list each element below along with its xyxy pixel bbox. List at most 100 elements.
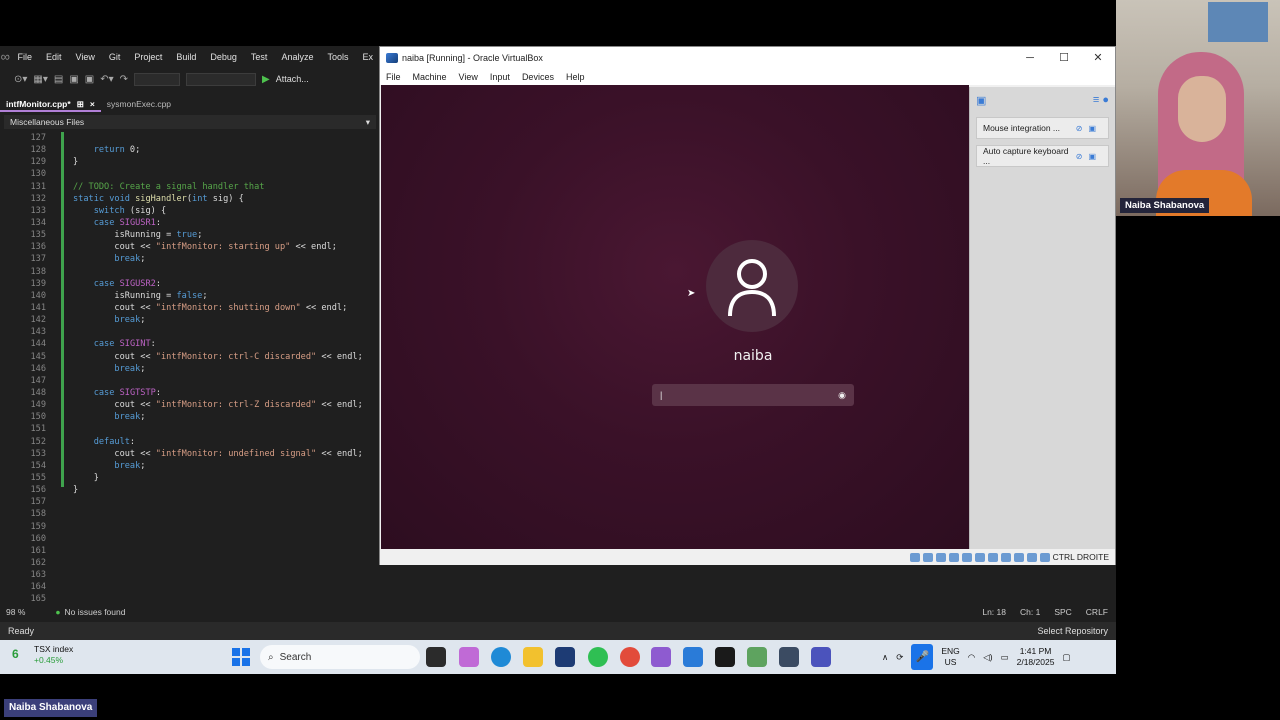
snipping-tool-icon[interactable] — [779, 647, 799, 667]
clock[interactable]: 1:41 PM 2/18/2025 — [1017, 646, 1055, 668]
vbox-menu-view[interactable]: View — [453, 72, 484, 82]
stock-widget[interactable]: 6 TSX index +0.45% — [12, 644, 73, 666]
code-line[interactable]: 156} — [0, 484, 380, 496]
code-line[interactable]: 139 case SIGUSR2: — [0, 278, 380, 290]
keyboard-icon[interactable] — [1039, 552, 1050, 562]
code-line[interactable]: 140 isRunning = false; — [0, 290, 380, 302]
menu-edit[interactable]: Edit — [39, 46, 69, 68]
menu-test[interactable]: Test — [244, 46, 275, 68]
tab-sysmonexec[interactable]: sysmonExec.cpp — [101, 96, 177, 112]
code-line[interactable]: 164 — [0, 581, 380, 593]
vbox-menu-machine[interactable]: Machine — [407, 72, 453, 82]
attach-button[interactable]: Attach... — [276, 74, 309, 84]
code-line[interactable]: 146 break; — [0, 363, 380, 375]
shared-folders-icon[interactable] — [974, 552, 985, 562]
code-line[interactable]: 134 case SIGUSR1: — [0, 217, 380, 229]
mouse-icon[interactable] — [1026, 552, 1037, 562]
code-line[interactable]: 147 — [0, 375, 380, 387]
wifi-icon[interactable]: ◠ — [968, 652, 975, 663]
chrome-icon[interactable] — [620, 647, 640, 667]
code-line[interactable]: 143 — [0, 326, 380, 338]
code-line[interactable]: 150 break; — [0, 411, 380, 423]
code-line[interactable]: 162 — [0, 557, 380, 569]
menu-project[interactable]: Project — [127, 46, 169, 68]
line-ending-indicator[interactable]: CRLF — [1086, 607, 1116, 617]
configuration-dropdown[interactable] — [134, 72, 181, 86]
line-indicator[interactable]: Ln: 18 — [982, 607, 1020, 617]
minimize-button[interactable]: ─ — [1013, 47, 1047, 69]
file-explorer-icon[interactable] — [523, 647, 543, 667]
code-line[interactable]: 136 cout << "intfMonitor: starting up" <… — [0, 241, 380, 253]
notifications-icon[interactable]: ▢ — [1062, 652, 1070, 663]
notification-center-icon[interactable]: ▣ — [976, 94, 986, 107]
code-line[interactable]: 161 — [0, 545, 380, 557]
menu-extensions[interactable]: Ex — [355, 46, 380, 68]
password-input[interactable]: | ◉ — [652, 384, 854, 406]
code-line[interactable]: 157 — [0, 496, 380, 508]
code-line[interactable]: 145 cout << "intfMonitor: ctrl-C discard… — [0, 351, 380, 363]
windows-start-icon[interactable] — [232, 648, 250, 666]
code-line[interactable]: 138 — [0, 266, 380, 278]
notepad-icon[interactable] — [715, 647, 735, 667]
notice-action-icons[interactable]: ⊘▣ — [1076, 152, 1102, 161]
code-line[interactable]: 137 break; — [0, 253, 380, 265]
microphone-icon[interactable]: 🎤 — [911, 644, 934, 670]
tab-intfmonitor[interactable]: intfMonitor.cpp* ⊞ × — [0, 96, 101, 112]
teams-icon[interactable] — [811, 647, 831, 667]
code-line[interactable]: 153 cout << "intfMonitor: undefined sign… — [0, 448, 380, 460]
issues-status[interactable]: No issues found — [61, 607, 126, 617]
code-line[interactable]: 128 return 0; — [0, 144, 380, 156]
reveal-password-icon[interactable]: ◉ — [838, 390, 846, 401]
vbox-menu-devices[interactable]: Devices — [516, 72, 560, 82]
undo-icon[interactable]: ↶▾ — [100, 74, 113, 85]
menu-view[interactable]: View — [68, 46, 101, 68]
vbox-menu-file[interactable]: File — [380, 72, 407, 82]
notification-toolbar-icon[interactable]: ≡ ● — [1093, 94, 1109, 106]
code-line[interactable]: 141 cout << "intfMonitor: shutting down"… — [0, 302, 380, 314]
menu-build[interactable]: Build — [169, 46, 203, 68]
close-icon[interactable]: × — [90, 96, 95, 110]
code-line[interactable]: 129} — [0, 156, 380, 168]
code-line[interactable]: 148 case SIGTSTP: — [0, 387, 380, 399]
sync-icon[interactable]: ⟳ — [896, 652, 903, 663]
audio-icon[interactable] — [935, 552, 946, 562]
code-line[interactable]: 133 switch (sig) { — [0, 205, 380, 217]
code-line[interactable]: 160 — [0, 533, 380, 545]
notice-auto-capture[interactable]: Auto capture keyboard ... ⊘▣ — [976, 145, 1109, 167]
open-file-icon[interactable]: ▤ — [54, 74, 63, 85]
code-line[interactable]: 151 — [0, 423, 380, 435]
vm-display[interactable]: naiba | ◉ ➤ — [381, 85, 969, 549]
usb-icon[interactable] — [961, 552, 972, 562]
select-repository-button[interactable]: Select Repository — [1037, 626, 1108, 636]
code-line[interactable]: 142 break; — [0, 314, 380, 326]
network-icon[interactable] — [948, 552, 959, 562]
platform-dropdown[interactable] — [186, 72, 257, 86]
vbox-menu-input[interactable]: Input — [484, 72, 516, 82]
code-line[interactable]: 163 — [0, 569, 380, 581]
code-line[interactable]: 159 — [0, 521, 380, 533]
display-icon[interactable] — [987, 552, 998, 562]
battery-icon[interactable]: ▭ — [1001, 652, 1009, 663]
menu-analyze[interactable]: Analyze — [274, 46, 320, 68]
code-line[interactable]: 149 cout << "intfMonitor: ctrl-Z discard… — [0, 399, 380, 411]
pin-icon[interactable]: ⊞ — [77, 96, 84, 110]
column-indicator[interactable]: Ch: 1 — [1020, 607, 1054, 617]
menu-tools[interactable]: Tools — [320, 46, 355, 68]
menu-file[interactable]: File — [10, 46, 39, 68]
back-forward-icon[interactable]: ⊙▾ — [14, 74, 27, 85]
zoom-level[interactable]: 98 % — [0, 607, 25, 617]
language-indicator[interactable]: ENG US — [941, 646, 959, 668]
edge-icon[interactable] — [491, 647, 511, 667]
code-line[interactable]: 135 isRunning = true; — [0, 229, 380, 241]
notice-mouse-integration[interactable]: Mouse integration ... ⊘▣ — [976, 117, 1109, 139]
visual-studio-icon[interactable] — [651, 647, 671, 667]
task-view-icon[interactable] — [426, 647, 446, 667]
menu-git[interactable]: Git — [102, 46, 128, 68]
maximize-button[interactable]: ☐ — [1047, 47, 1081, 69]
cpu-icon[interactable] — [1013, 552, 1024, 562]
solution-tools-icon[interactable]: ▦▾ — [33, 74, 47, 85]
whitespace-indicator[interactable]: SPC — [1054, 607, 1085, 617]
paint-icon[interactable] — [747, 647, 767, 667]
save-all-icon[interactable]: ▣ — [85, 74, 94, 85]
menu-debug[interactable]: Debug — [203, 46, 244, 68]
